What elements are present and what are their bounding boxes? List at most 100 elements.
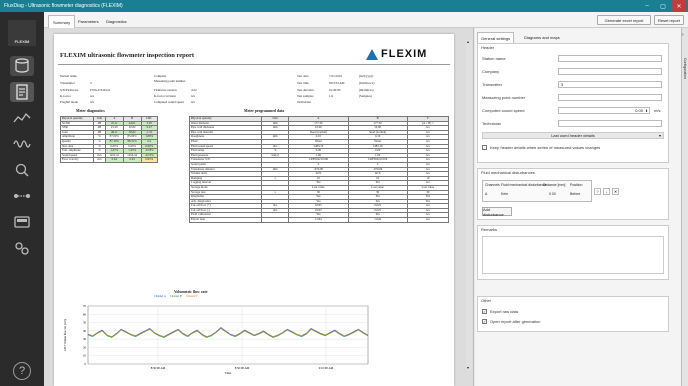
open-report-checkbox[interactable]: ✓	[482, 319, 487, 324]
last-used-dropdown[interactable]: Last used header details ▾	[482, 132, 664, 139]
x-tick-label: 8:50:00 AM	[235, 366, 250, 370]
measuring-point-input[interactable]	[558, 94, 662, 101]
field-value: F706-4761ß141	[90, 88, 111, 92]
table-cell: 0.43	[122, 157, 142, 163]
col-position: Position	[570, 183, 583, 187]
flow-path-icon[interactable]	[10, 186, 34, 206]
reset-report-button[interactable]: Reset report	[654, 15, 684, 25]
field-label: Test samples	[297, 94, 314, 98]
technician-input[interactable]	[558, 120, 662, 127]
field-unit: (m/d/yyyy)	[359, 74, 374, 78]
help-glyph: ?	[18, 365, 26, 377]
field-label: K-factor revision	[154, 94, 176, 98]
tab-summary[interactable]: Summary	[48, 15, 76, 28]
station-name-input[interactable]	[558, 55, 662, 62]
keep-header-checkbox[interactable]	[482, 145, 487, 150]
row-disturbance[interactable]: Kein	[501, 192, 508, 196]
tab-diagnostics[interactable]: Diagnostics	[102, 15, 131, 28]
configuration-label: Configuration	[683, 58, 687, 79]
field-label: Station name	[60, 74, 77, 78]
y-tick-label: 30	[83, 337, 87, 341]
generate-report-button[interactable]: Generate excel report	[597, 15, 651, 25]
configuration-sidebar[interactable]: › Configuration	[681, 28, 688, 386]
other-group: Other ✓ Export raw data ✓ Open report af…	[477, 296, 669, 332]
field-value: n/a	[191, 94, 195, 98]
remarks-textarea[interactable]	[482, 236, 664, 274]
field-value: 8:03:33 AM	[329, 81, 345, 85]
disturbance-table: Channels Fluid mechanical disturbance Di…	[482, 180, 592, 202]
flow-rate-chart: 70 60 50 40 30 20 10 0 8:30:00 AM 8:50:00 AM 9:10:…	[64, 304, 369, 375]
app-logo-text: FLEXIM	[14, 39, 30, 44]
minimize-button[interactable]: –	[640, 0, 654, 12]
scroll-up-icon[interactable]: ▴	[467, 40, 471, 44]
field-label: Technician	[297, 100, 311, 104]
window-title: FluxDiag - Ultrasonic flowmeter diagnost…	[4, 3, 123, 9]
keep-header-label: Keep header details when series of measu…	[490, 145, 601, 150]
sound-speed-label: Computed sound speed	[482, 108, 525, 113]
export-raw-label: Export raw data	[490, 309, 519, 314]
table-cell	[261, 217, 290, 223]
help-icon[interactable]: ?	[13, 362, 31, 380]
table-cell: n/a	[406, 217, 450, 223]
col-disturbance: Fluid mechanical disturbance	[501, 183, 547, 187]
table-cell: 0.65%	[140, 157, 159, 163]
device-icon[interactable]	[10, 212, 34, 232]
tab-parameters[interactable]: Parameters	[74, 15, 103, 28]
field-value: 01:00:00	[329, 88, 341, 92]
remove-icon[interactable]: ✕	[612, 188, 619, 195]
field-label: Test duration	[297, 88, 314, 92]
meter-diag-title: Meter diagnostics	[76, 109, 105, 113]
title-bar: FluxDiag - Ultrasonic flowmeter diagnost…	[0, 0, 688, 12]
database-icon[interactable]	[10, 56, 34, 76]
settings-icon[interactable]	[10, 238, 34, 258]
col-distance: Distance [mm]	[543, 183, 566, 187]
waveform-icon[interactable]	[10, 134, 34, 154]
close-button[interactable]: ✕	[672, 0, 686, 12]
field-value: 3	[90, 81, 92, 85]
other-title: Other	[481, 298, 492, 303]
company-input[interactable]	[558, 68, 662, 75]
y-tick-label: 0	[85, 362, 87, 366]
field-value: n/a	[90, 94, 94, 98]
remarks-group: Remarks	[477, 225, 669, 280]
report-icon[interactable]	[10, 82, 34, 102]
tab-general-settings[interactable]: General settings	[477, 32, 515, 43]
y-tick-label: 60	[83, 312, 87, 316]
trend-icon[interactable]	[10, 108, 34, 128]
transmitter-input[interactable]: 3	[558, 81, 662, 88]
search-icon[interactable]	[10, 160, 34, 180]
x-tick-label: 9:10:00 AM	[319, 366, 334, 370]
logo-triangle-icon	[366, 48, 378, 60]
export-raw-checkbox[interactable]: ✓	[482, 309, 487, 314]
report-preview: FLEXIM ultrasonic flowmeter inspection r…	[44, 28, 474, 386]
field-value: 4.22	[191, 88, 197, 92]
field-label: Computed sound speed	[154, 100, 184, 104]
sidebar: FLEXIM ?	[0, 12, 44, 386]
row-channel[interactable]: A	[485, 192, 487, 196]
row-position[interactable]: Before	[570, 192, 580, 196]
tab-diagrams-maps[interactable]: Diagrams and maps	[521, 32, 563, 43]
collapse-icon[interactable]: ›	[682, 32, 684, 38]
report-page: FLEXIM ultrasonic flowmeter inspection r…	[54, 34, 454, 386]
open-report-label: Open report after generation	[490, 319, 541, 324]
chart-title: Volumetric flow rate	[174, 290, 208, 294]
sound-speed-input[interactable]: 0.00 ⬍	[558, 107, 650, 114]
help-small-icon[interactable]: ?	[594, 188, 601, 195]
chevron-down-icon: ▾	[658, 133, 661, 138]
maximize-button[interactable]: ▢	[656, 0, 670, 12]
report-title: FLEXIM ultrasonic flowmeter inspection r…	[60, 52, 195, 59]
stepper-icon[interactable]: ⬍	[645, 109, 648, 113]
table-cell: Flow velocity	[59, 157, 95, 163]
scroll-down-icon[interactable]: ▾	[467, 366, 471, 370]
preview-scrollbar[interactable]: ▴ ▾	[466, 40, 472, 370]
disturbances-title: Fluid mechanical disturbances	[481, 170, 535, 175]
field-unit: (hh:mm:ss)	[359, 88, 374, 92]
x-axis-label: Time	[225, 371, 232, 375]
table-cell: 1.044	[347, 217, 408, 223]
field-label: K-factor	[60, 94, 71, 98]
x-tick-label: 8:30:00 AM	[151, 366, 166, 370]
add-disturbance-button[interactable]: Add disturbance	[482, 207, 512, 217]
move-down-icon[interactable]: ↓	[603, 188, 610, 195]
row-distance[interactable]: 0.00	[549, 192, 556, 196]
y-tick-label: 10	[83, 354, 87, 358]
